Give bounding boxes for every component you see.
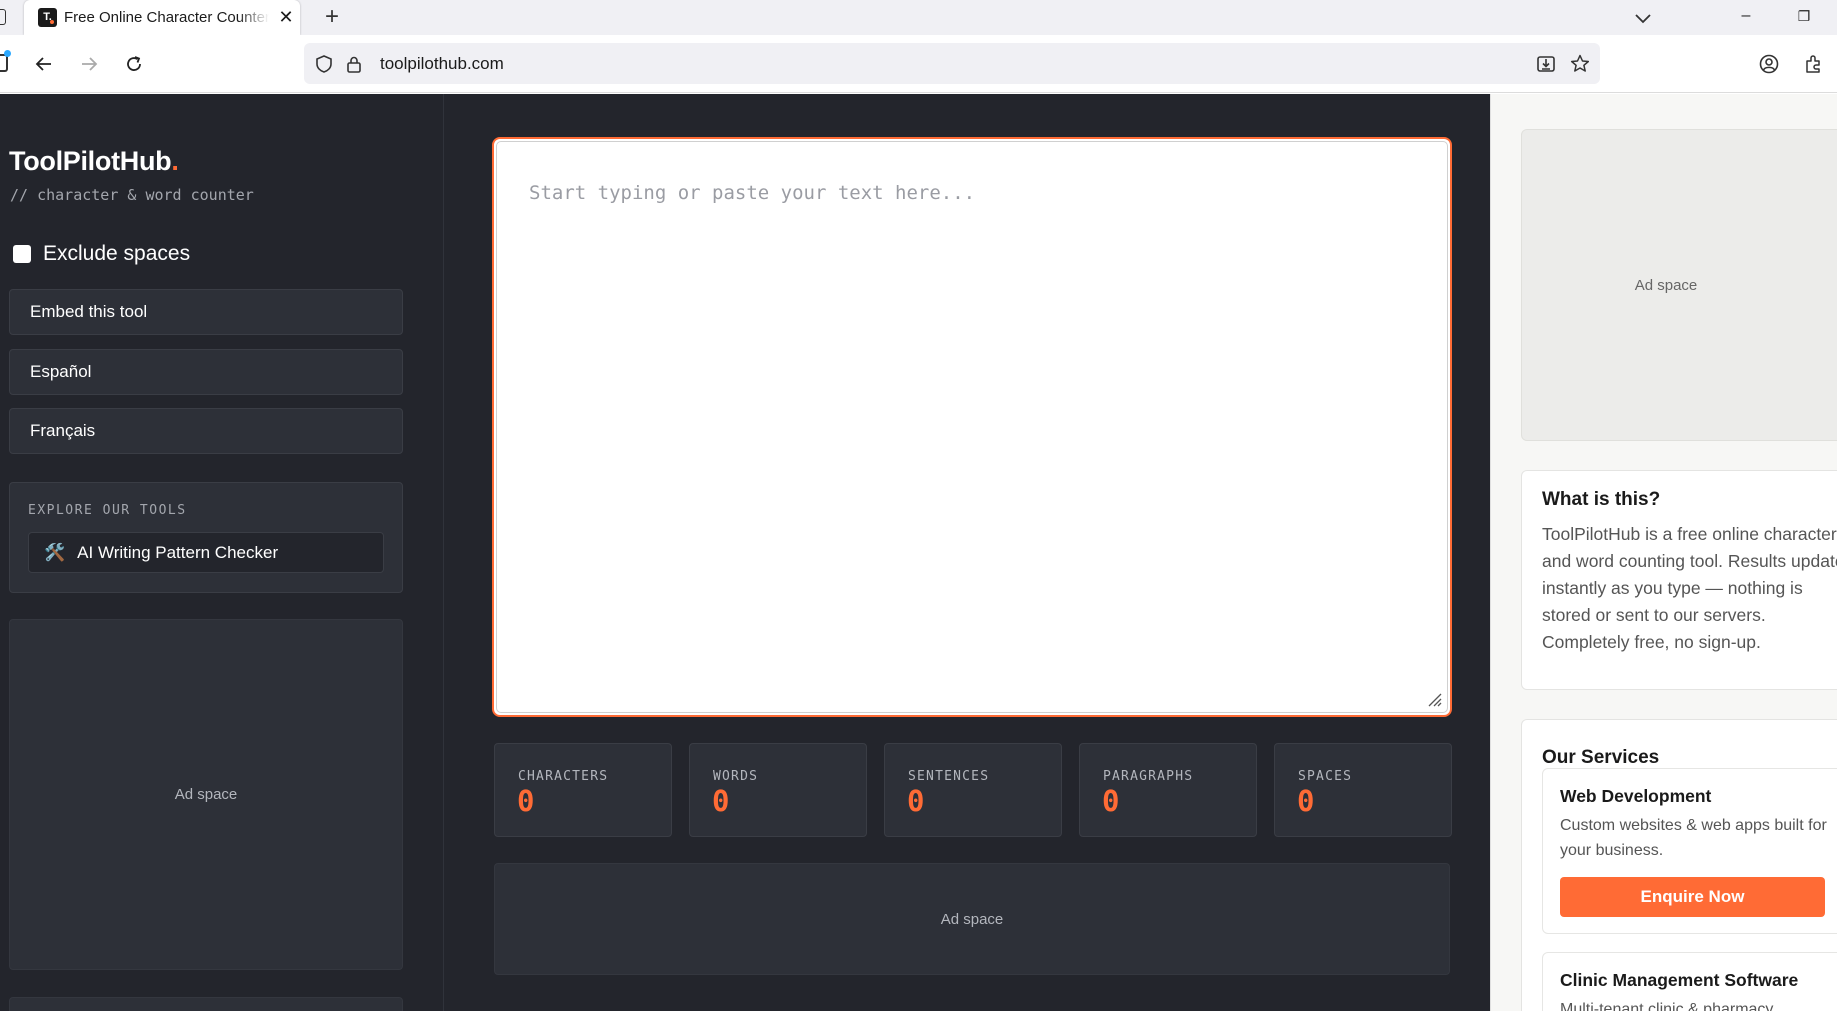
- save-to-device-icon[interactable]: [1534, 52, 1558, 76]
- new-tab-button[interactable]: +: [318, 3, 346, 31]
- language-french-button[interactable]: Français: [9, 408, 403, 454]
- stat-label: PARAGRAPHS: [1103, 769, 1194, 784]
- service-name: Clinic Management Software: [1560, 970, 1799, 990]
- right-sidebar: Ad space What is this? ToolPilotHub is a…: [1490, 94, 1837, 1011]
- sidebar-ad-slot: Ad space: [9, 619, 403, 970]
- exclude-spaces-label[interactable]: Exclude spaces: [43, 242, 190, 266]
- right-ad-slot: Ad space: [1521, 129, 1837, 441]
- window-restore-button[interactable]: ❐: [1781, 0, 1827, 32]
- explore-tools-title: EXPLORE OUR TOOLS: [28, 503, 187, 518]
- brand-logo[interactable]: ToolPilotHub.: [9, 146, 179, 177]
- browser-tab-bar: T. Free Online Character Counter & Word …: [0, 0, 1837, 35]
- window-minimize-button[interactable]: –: [1723, 0, 1769, 32]
- sidebar-bottom-panel: [9, 997, 403, 1011]
- lock-icon[interactable]: [342, 52, 366, 76]
- back-arrow-icon[interactable]: [28, 48, 60, 80]
- text-input-area[interactable]: [496, 141, 1448, 713]
- tool-link-ai-writing-pattern-checker[interactable]: 🛠️ AI Writing Pattern Checker: [28, 532, 384, 573]
- exclude-spaces-option[interactable]: Exclude spaces: [13, 241, 190, 267]
- brand-subtitle: // character & word counter: [10, 186, 254, 204]
- service-clinic-management: Clinic Management Software Multi-tenant …: [1542, 952, 1837, 1011]
- service-description: Multi-tenant clinic & pharmacy managemen…: [1560, 1001, 1774, 1011]
- reload-icon[interactable]: [118, 48, 150, 80]
- about-title: What is this?: [1542, 489, 1661, 510]
- extensions-icon[interactable]: [1802, 52, 1826, 76]
- stat-value: 0: [712, 784, 730, 818]
- left-sidebar: ToolPilotHub. // character & word counte…: [0, 94, 444, 1011]
- tab-list-chevron-down-icon[interactable]: [1630, 6, 1656, 30]
- stat-value: 0: [517, 784, 535, 818]
- stat-card-sentences: SENTENCES 0: [884, 743, 1062, 837]
- services-card: Our Services Web Development Custom webs…: [1521, 719, 1837, 1011]
- browser-nav-bar: toolpilothub.com: [0, 35, 1837, 93]
- about-card: What is this? ToolPilotHub is a free onl…: [1521, 470, 1837, 690]
- stat-card-characters: CHARACTERS 0: [494, 743, 672, 837]
- bookmark-star-icon[interactable]: [1568, 52, 1592, 76]
- stat-card-words: WORDS 0: [689, 743, 867, 837]
- address-bar[interactable]: toolpilothub.com: [304, 43, 1600, 84]
- resize-handle-icon[interactable]: [1426, 691, 1442, 707]
- stat-card-paragraphs: PARAGRAPHS 0: [1079, 743, 1257, 837]
- service-web-development: Web Development Custom websites & web ap…: [1542, 768, 1837, 934]
- main-ad-slot: Ad space: [494, 863, 1450, 975]
- service-description: Custom websites & web apps built for you…: [1560, 817, 1827, 859]
- url-text[interactable]: toolpilothub.com: [380, 54, 504, 74]
- shield-icon[interactable]: [312, 52, 336, 76]
- stat-label: SENTENCES: [908, 769, 990, 784]
- forward-arrow-icon[interactable]: [73, 48, 105, 80]
- stat-label: SPACES: [1298, 769, 1353, 784]
- embed-tool-button[interactable]: Embed this tool: [9, 289, 403, 335]
- page-content: ToolPilotHub. // character & word counte…: [0, 94, 1837, 1011]
- notification-dot-icon: [4, 50, 11, 57]
- brand-name: ToolPilotHub: [9, 146, 172, 176]
- enquire-now-button[interactable]: Enquire Now: [1560, 877, 1825, 917]
- editor-frame: [492, 137, 1452, 717]
- account-icon[interactable]: [1757, 52, 1781, 76]
- tools-icon: 🛠️: [44, 542, 66, 562]
- stat-value: 0: [1297, 784, 1315, 818]
- language-spanish-button[interactable]: Español: [9, 349, 403, 395]
- stat-label: CHARACTERS: [518, 769, 609, 784]
- tab-close-icon[interactable]: ✕: [274, 5, 298, 29]
- browser-tab-active[interactable]: T. Free Online Character Counter & Word …: [24, 0, 300, 35]
- tab-overview-icon[interactable]: [0, 9, 6, 25]
- tool-link-label: AI Writing Pattern Checker: [77, 542, 279, 562]
- brand-dot: .: [171, 146, 179, 176]
- main-column: CHARACTERS 0 WORDS 0 SENTENCES 0 PARAGRA…: [445, 94, 1490, 1011]
- tab-title: Free Online Character Counter & Word Cou…: [64, 9, 269, 26]
- about-text: ToolPilotHub is a free online character …: [1542, 524, 1837, 652]
- site-favicon-icon: T.: [38, 8, 57, 27]
- service-name: Web Development: [1560, 786, 1712, 806]
- stat-card-spaces: SPACES 0: [1274, 743, 1452, 837]
- stat-value: 0: [1102, 784, 1120, 818]
- stat-label: WORDS: [713, 769, 759, 784]
- explore-tools-panel: EXPLORE OUR TOOLS 🛠️ AI Writing Pattern …: [9, 482, 403, 593]
- services-title: Our Services: [1542, 747, 1660, 768]
- exclude-spaces-checkbox[interactable]: [13, 245, 31, 263]
- stat-value: 0: [907, 784, 925, 818]
